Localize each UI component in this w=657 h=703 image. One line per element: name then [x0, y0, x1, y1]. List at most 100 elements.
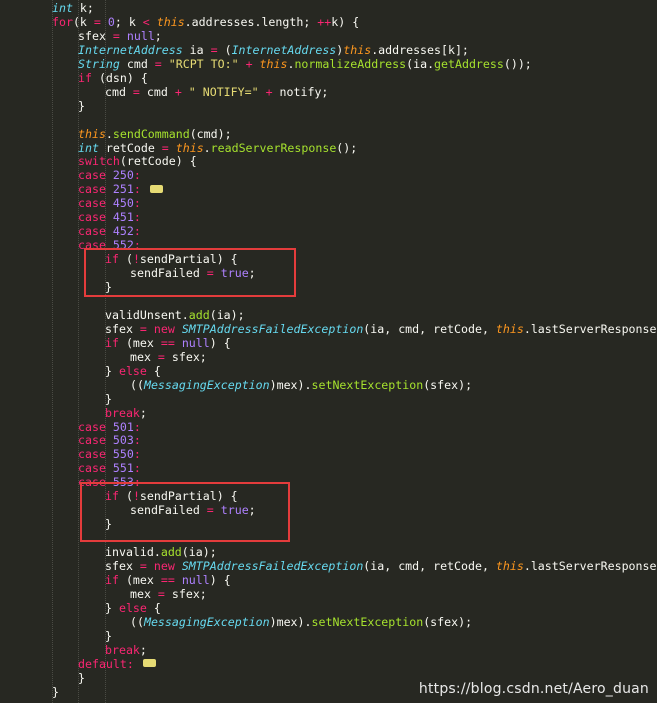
code-line[interactable]: sfex = null;	[78, 29, 162, 43]
code-line[interactable]: invalid.add(ia);	[105, 545, 217, 559]
code-token: case	[78, 447, 106, 462]
code-token: ) {	[209, 572, 231, 587]
code-line[interactable]: validUnsent.add(ia);	[105, 308, 245, 322]
code-token: =	[210, 42, 218, 57]
code-line[interactable]: mex = sfex;	[130, 350, 207, 364]
code-line[interactable]: int retCode = this.readServerResponse();	[78, 141, 357, 155]
code-token: }	[78, 98, 85, 113]
code-token: {	[146, 363, 161, 378]
code-line[interactable]: case 450:	[78, 196, 141, 210]
code-token: sfex	[105, 321, 140, 336]
code-line[interactable]: for(k = 0; k < this.addresses.length; ++…	[52, 15, 359, 29]
code-line[interactable]: case 501:	[78, 420, 141, 434]
code-line[interactable]: if (mex == null) {	[105, 573, 231, 587]
fold-marker-icon[interactable]	[149, 180, 167, 193]
code-token: {	[146, 600, 161, 615]
code-line[interactable]: default:	[78, 654, 160, 671]
code-token: =	[139, 321, 147, 336]
code-line[interactable]: case 503:	[78, 433, 141, 447]
code-token: (mex	[118, 572, 161, 587]
code-line[interactable]: if (dsn) {	[78, 71, 148, 85]
code-line[interactable]: }	[78, 671, 85, 685]
code-line[interactable]: String cmd = "RCPT TO:" + this.normalize…	[78, 57, 532, 71]
code-token: ;	[139, 405, 147, 420]
code-line[interactable]: case 451:	[78, 210, 141, 224]
code-token: =	[157, 349, 165, 364]
code-token: k) {	[331, 14, 360, 29]
code-token: if	[78, 70, 92, 85]
code-token: }	[105, 600, 119, 615]
code-line[interactable]: case 551:	[78, 461, 141, 475]
code-token: "RCPT TO:"	[168, 56, 239, 71]
code-line[interactable]: }	[78, 99, 85, 113]
code-token: 501	[112, 419, 134, 434]
code-line[interactable]: mex = sfex;	[130, 587, 207, 601]
code-line[interactable]: if (mex == null) {	[105, 336, 231, 350]
code-line[interactable]: switch(retCode) {	[78, 154, 197, 168]
indent-guide	[105, 0, 106, 703]
code-token: }	[52, 684, 59, 699]
code-line[interactable]: this.sendCommand(cmd);	[78, 127, 232, 141]
code-token: =	[112, 28, 120, 43]
code-token: 451	[112, 210, 134, 225]
code-line[interactable]: case 250:	[78, 168, 141, 182]
code-line[interactable]: InternetAddress ia = (InternetAddress)th…	[78, 43, 469, 57]
code-token: }	[105, 363, 119, 378]
code-token: =	[154, 56, 162, 71]
fold-marker-icon[interactable]	[142, 654, 160, 668]
code-token: invalid.	[105, 545, 161, 560]
code-token: ((	[130, 377, 144, 392]
code-line[interactable]: case 452:	[78, 224, 141, 238]
code-token: ==	[160, 572, 175, 587]
code-token: :	[133, 461, 141, 476]
code-token: :	[133, 224, 141, 239]
code-line[interactable]: }	[105, 392, 112, 406]
code-token: :	[126, 656, 134, 671]
code-token: normalizeAddress	[294, 56, 407, 71]
code-line[interactable]: sfex = new SMTPAddressFailedException(ia…	[105, 559, 657, 573]
code-line[interactable]: sfex = new SMTPAddressFailedException(ia…	[105, 322, 657, 336]
code-line[interactable]: } else {	[105, 364, 161, 378]
code-token: .lastServerResponse);	[523, 559, 657, 573]
code-line[interactable]: }	[105, 629, 112, 643]
code-editor[interactable]: int k; for(k = 0; k < this.addresses.leng…	[0, 0, 657, 703]
code-token: add	[188, 307, 210, 322]
code-token: ia	[182, 42, 211, 57]
code-line[interactable]: ((MessagingException)mex).setNextExcepti…	[130, 378, 472, 392]
code-token: =	[132, 84, 140, 99]
code-token: 0	[107, 14, 115, 29]
code-line[interactable]: }	[52, 685, 59, 699]
code-token: else	[118, 600, 147, 615]
code-token: cmd	[139, 84, 175, 99]
code-token: (ia, cmd, retCode,	[363, 559, 496, 573]
code-line[interactable]: int k;	[52, 1, 94, 15]
code-token: (	[217, 42, 232, 57]
code-line[interactable]: case 251:	[78, 180, 167, 197]
code-line[interactable]: } else {	[105, 601, 161, 615]
code-token: 450	[112, 196, 134, 211]
code-line[interactable]: break;	[105, 643, 147, 657]
code-token: case	[78, 196, 106, 211]
code-token: )mex).	[269, 377, 312, 392]
code-token: =	[161, 140, 169, 155]
code-token: .addresses[k];	[371, 42, 469, 57]
code-line[interactable]: case 550:	[78, 447, 141, 461]
code-line[interactable]: break;	[105, 406, 147, 420]
code-token: 551	[112, 461, 134, 476]
code-line[interactable]: cmd = cmd + " NOTIFY=" + notify;	[105, 85, 328, 99]
code-line[interactable]: ((MessagingException)mex).setNextExcepti…	[130, 615, 472, 629]
code-token: default	[78, 656, 127, 671]
code-token: )mex).	[269, 614, 312, 629]
